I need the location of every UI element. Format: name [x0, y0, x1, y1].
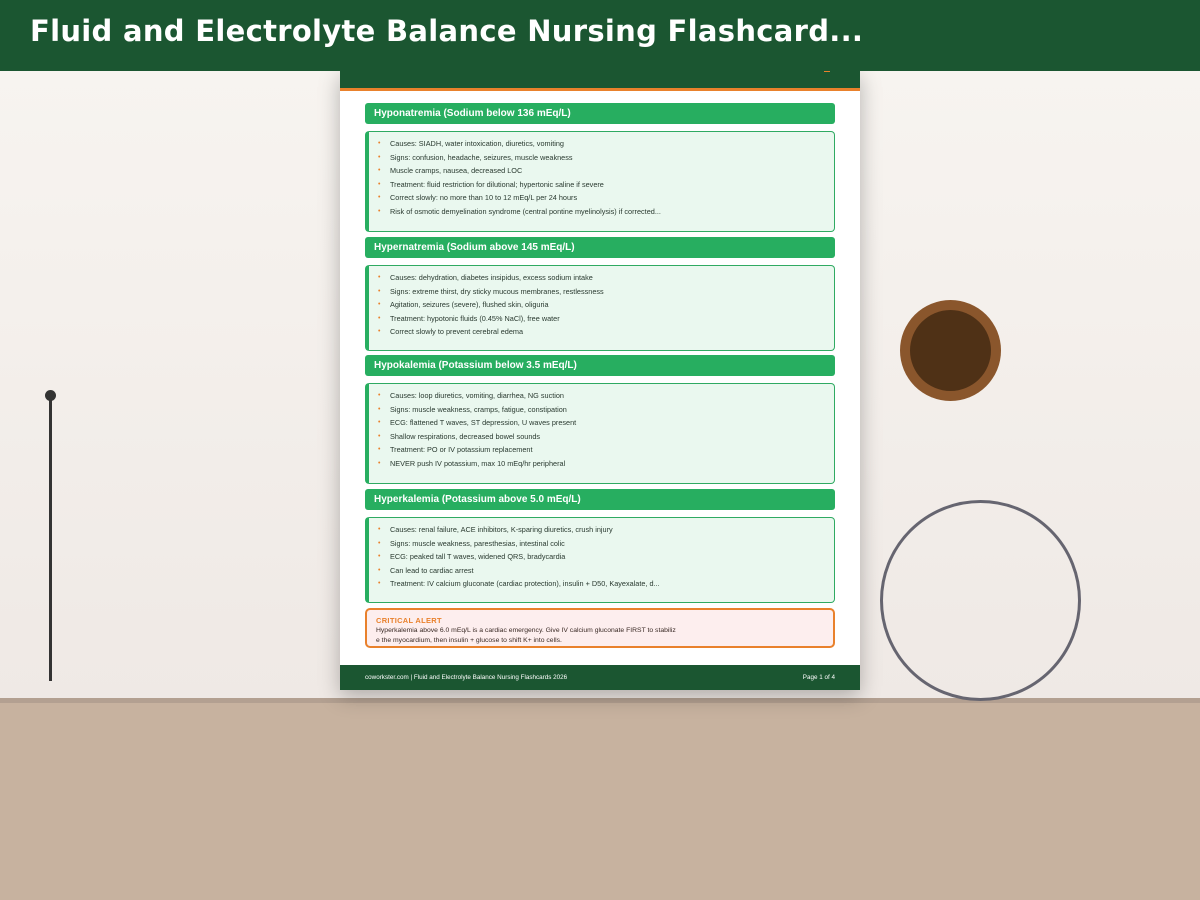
list-item-text: Treatment: hypotonic fluids (0.45% NaCl)… [390, 313, 560, 323]
bullet-icon: • [378, 167, 381, 175]
bullet-icon: • [378, 314, 381, 322]
list-item: • Can lead to cardiac arrest [378, 564, 834, 578]
coffee-surface [910, 310, 991, 391]
decorative-ring [880, 500, 1081, 701]
list-item: • ECG: peaked tall T waves, widened QRS, … [378, 550, 834, 564]
bullet-icon: • [378, 419, 381, 427]
list-item: • Causes: renal failure, ACE inhibitors, … [378, 523, 834, 537]
list-item-text: Correct slowly to prevent cerebral edema [390, 327, 524, 337]
list-item-text: Muscle cramps, nausea, decreased LOC [390, 166, 523, 176]
document-footer: coworkster.com | Fluid and Electrolyte B… [340, 665, 860, 690]
list-item: • NEVER push IV potassium, max 10 mEq/hr … [378, 457, 834, 471]
bullet-icon: • [378, 153, 381, 161]
section-heading-hypokalemia: Hypokalemia (Potassium below 3.5 mEq/L) [365, 355, 835, 376]
list-item-text: Signs: muscle weakness, cramps, fatigue,… [390, 404, 567, 414]
list-item-text: ECG: peaked tall T waves, widened QRS, b… [390, 552, 566, 562]
list-item: • ECG: flattened T waves, ST depression, … [378, 416, 834, 430]
bullet-icon: • [378, 328, 381, 336]
critical-alert-box: CRITICAL ALERT Hyperkalemia above 6.0 mE… [365, 608, 835, 648]
list-item-text: ECG: flattened T waves, ST depression, U… [390, 418, 577, 428]
list-item-text: Signs: confusion, headache, seizures, mu… [390, 152, 573, 162]
list-item: • Signs: confusion, headache, seizures, m… [378, 151, 834, 165]
section-box-hypokalemia: • Causes: loop diuretics, vomiting, diarr… [365, 383, 835, 484]
list-item-text: Causes: loop diuretics, vomiting, diarrh… [390, 391, 564, 400]
desk-surface [0, 703, 1200, 900]
bullet-icon: • [378, 194, 381, 202]
bullet-icon: • [378, 526, 381, 533]
bullet-icon: • [378, 392, 381, 399]
bullet-icon: • [378, 566, 381, 574]
list-item: • Agitation, seizures (severe), flushed s… [378, 298, 834, 312]
list-item-text: Causes: dehydration, diabetes insipidus,… [390, 273, 593, 282]
list-item-text: Signs: muscle weakness, paresthesias, in… [390, 538, 565, 548]
list-item: • Signs: extreme thirst, dry sticky mucou… [378, 285, 834, 299]
bullet-icon: • [378, 274, 381, 281]
list-item: • Causes: SIADH, water intoxication, diur… [378, 137, 834, 151]
list-item-text: Treatment: IV calcium gluconate (cardiac… [390, 579, 660, 589]
list-item-text: Risk of osmotic demyelination syndrome (… [390, 206, 661, 216]
flashcard-document: Hyponatremia (Sodium below 136 mEq/L) • C… [340, 71, 860, 690]
bullet-icon: • [378, 580, 381, 588]
list-item-text: Signs: extreme thirst, dry sticky mucous… [390, 286, 604, 296]
footer-source: coworkster.com | Fluid and Electrolyte B… [365, 674, 568, 681]
page-number: Page 1 of 4 [802, 674, 835, 681]
section-heading-hyperkalemia: Hyperkalemia (Potassium above 5.0 mEq/L) [365, 489, 835, 510]
coffee-cup [900, 300, 1001, 401]
bullet-icon: • [378, 301, 381, 309]
document-accent-line [340, 88, 860, 91]
list-item: • Signs: muscle weakness, cramps, fatigue… [378, 403, 834, 417]
bullet-icon: • [378, 180, 381, 188]
bullet-icon: • [378, 446, 381, 454]
list-item: • Causes: dehydration, diabetes insipidus… [378, 271, 834, 285]
bullet-icon: • [378, 459, 381, 467]
list-item: • Shallow respirations, decreased bowel s… [378, 430, 834, 444]
stand-knob [45, 390, 56, 401]
alert-body: Hyperkalemia above 6.0 mEq/L is a cardia… [376, 627, 676, 644]
list-item-text: Treatment: fluid restriction for dilutio… [390, 179, 604, 189]
bullet-icon: • [378, 140, 381, 147]
list-item: • Treatment: fluid restriction for diluti… [378, 178, 834, 192]
list-item: • Treatment: PO or IV potassium replaceme… [378, 443, 834, 457]
list-item: • Muscle cramps, nausea, decreased LOC [378, 164, 834, 178]
list-item: • Risk of osmotic demyelination syndrome … [378, 205, 834, 219]
section-box-hyponatremia: • Causes: SIADH, water intoxication, diur… [365, 131, 835, 232]
bullet-icon: • [378, 405, 381, 413]
list-item-text: Shallow respirations, decreased bowel so… [390, 431, 541, 441]
section-heading-hypernatremia: Hypernatremia (Sodium above 145 mEq/L) [365, 237, 835, 258]
list-item: • Treatment: hypotonic fluids (0.45% NaCl… [378, 312, 834, 326]
title-bar: Fluid and Electrolyte Balance Nursing Fl… [0, 0, 1200, 71]
list-item: • Causes: loop diuretics, vomiting, diarr… [378, 389, 834, 403]
stand-pole [49, 396, 52, 681]
section-box-hypernatremia: • Causes: dehydration, diabetes insipidus… [365, 265, 835, 351]
bullet-icon: • [378, 539, 381, 547]
alert-title: CRITICAL ALERT [376, 616, 442, 625]
list-item: • Signs: muscle weakness, paresthesias, i… [378, 537, 834, 551]
list-item: • Treatment: IV calcium gluconate (cardia… [378, 577, 834, 591]
list-item-text: Causes: renal failure, ACE inhibitors, K… [390, 525, 613, 534]
list-item-text: Causes: SIADH, water intoxication, diure… [390, 139, 564, 148]
bullet-icon: • [378, 432, 381, 440]
list-item-text: Correct slowly: no more than 10 to 12 mE… [390, 193, 578, 203]
list-item: • Correct slowly: no more than 10 to 12 m… [378, 191, 834, 205]
list-item-text: Treatment: PO or IV potassium replacemen… [390, 445, 533, 455]
bullet-icon: • [378, 287, 381, 295]
list-item: • Correct slowly to prevent cerebral edem… [378, 325, 834, 339]
page-title: Fluid and Electrolyte Balance Nursing Fl… [30, 14, 864, 48]
list-item-text: Agitation, seizures (severe), flushed sk… [390, 300, 549, 310]
section-box-hyperkalemia: • Causes: renal failure, ACE inhibitors, … [365, 517, 835, 603]
list-item-text: Can lead to cardiac arrest [390, 565, 474, 575]
list-item-text: NEVER push IV potassium, max 10 mEq/hr p… [390, 458, 566, 468]
document-header-band [340, 71, 860, 88]
bullet-icon: • [378, 207, 381, 215]
bullet-icon: • [378, 553, 381, 561]
header-tick [824, 71, 830, 72]
section-heading-hyponatremia: Hyponatremia (Sodium below 136 mEq/L) [365, 103, 835, 124]
